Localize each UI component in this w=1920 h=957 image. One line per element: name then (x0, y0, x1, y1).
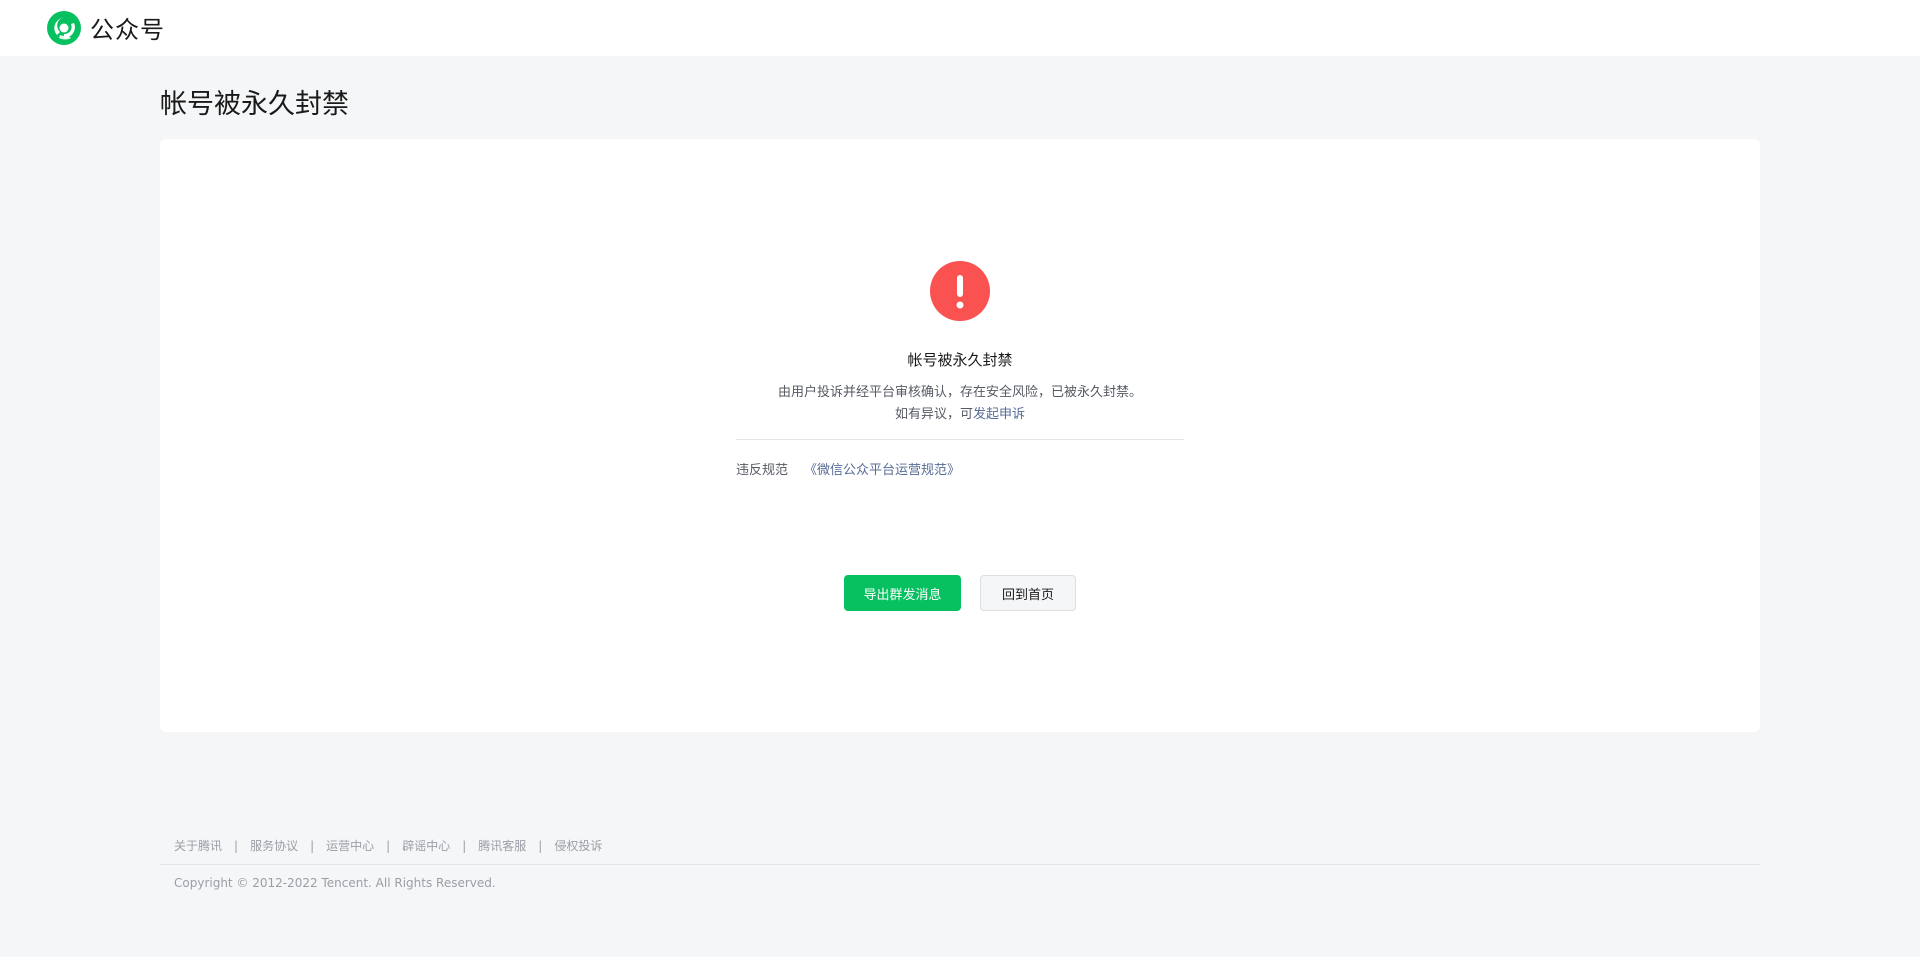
back-home-button[interactable]: 回到首页 (980, 575, 1076, 611)
footer-separator: | (386, 838, 391, 853)
ban-notice-card: 帐号被永久封禁 由用户投诉并经平台审核确认，存在安全风险，已被永久封禁。 如有异… (160, 139, 1760, 732)
footer-separator: | (538, 838, 543, 853)
footer-separator: | (462, 838, 467, 853)
logo-text: 公众号 (90, 16, 165, 44)
exclamation-icon (930, 261, 990, 321)
divider (736, 439, 1184, 440)
appeal-prefix: 如有异议，可 (894, 407, 973, 422)
footer-link-about[interactable]: 关于腾讯 (174, 837, 222, 854)
violation-rule-link[interactable]: 《微信公众平台运营规范》 (804, 463, 960, 478)
footer-separator: | (310, 838, 315, 853)
appeal-link[interactable]: 发起申诉 (973, 407, 1025, 422)
notice-reason: 由用户投诉并经平台审核确认，存在安全风险，已被永久封禁。 (777, 385, 1142, 400)
footer-separator: | (234, 838, 239, 853)
top-bar: 公众号 (0, 0, 1920, 56)
footer-link-operation-center[interactable]: 运营中心 (326, 837, 374, 854)
violation-row: 违反规范 《微信公众平台运营规范》 (736, 459, 960, 478)
footer-divider (160, 864, 1760, 865)
footer-links: 关于腾讯 | 服务协议 | 运营中心 | 辟谣中心 | 腾讯客服 | 侵权投诉 (174, 837, 602, 854)
notice-appeal-line: 如有异议，可发起申诉 (160, 404, 1760, 426)
notice-title: 帐号被永久封禁 (907, 351, 1013, 369)
copyright-text: Copyright © 2012-2022 Tencent. All Right… (174, 876, 496, 890)
page-title: 帐号被永久封禁 (160, 89, 349, 120)
logo-link[interactable]: 公众号 (47, 10, 165, 45)
notice-description: 由用户投诉并经平台审核确认，存在安全风险，已被永久封禁。 如有异议，可发起申诉 (160, 382, 1760, 426)
wechat-official-account-logo-icon (47, 10, 81, 45)
footer-link-service-agreement[interactable]: 服务协议 (250, 837, 298, 854)
violation-label: 违反规范 (736, 463, 789, 478)
footer-link-infringement-complaint[interactable]: 侵权投诉 (554, 837, 602, 854)
export-messages-button[interactable]: 导出群发消息 (844, 575, 961, 611)
footer-link-customer-service[interactable]: 腾讯客服 (478, 837, 526, 854)
footer-link-rumor-center[interactable]: 辟谣中心 (402, 837, 450, 854)
